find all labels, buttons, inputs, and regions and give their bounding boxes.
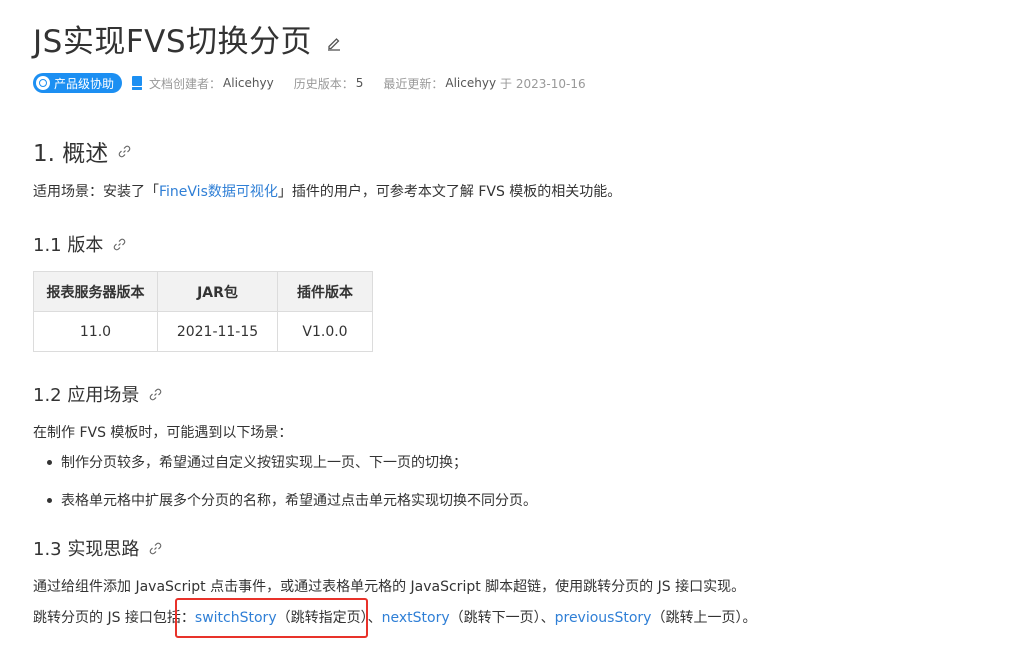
approach-paragraph: 通过给组件添加 JavaScript 点击事件，或通过表格单元格的 JavaSc… xyxy=(33,579,746,595)
list-item-text: 制作分页较多，希望通过自定义按钮实现上一页、下一页的切换； xyxy=(61,455,467,471)
history-label: 历史版本： xyxy=(293,76,354,91)
updated-label: 最近更新： xyxy=(383,76,444,91)
link-anchor-icon[interactable] xyxy=(149,388,162,401)
api-prefix: 跳转分页的 JS 接口包括： xyxy=(33,610,195,626)
assist-icon xyxy=(36,76,50,90)
overview-paragraph: 适用场景：安装了「FineVis数据可视化」插件的用户，可参考本文了解 FVS … xyxy=(33,181,621,201)
link-anchor-icon[interactable] xyxy=(149,542,162,555)
overview-prefix: 适用场景：安装了「 xyxy=(33,184,159,200)
switchstory-link[interactable]: switchStory xyxy=(195,610,277,626)
cell-jar: 2021-11-15 xyxy=(157,311,278,352)
table-row: 11.0 2021-11-15 V1.0.0 xyxy=(33,311,373,352)
heading-version-text: 1.1 版本 xyxy=(33,235,104,256)
api-paragraph: 跳转分页的 JS 接口包括：switchStory（跳转指定页）、nextSto… xyxy=(33,607,756,627)
version-table: 报表服务器版本 JAR包 插件版本 11.0 2021-11-15 V1.0.0 xyxy=(33,271,373,352)
header-server-version: 报表服务器版本 xyxy=(33,271,158,312)
heading-overview: 1. 概述 xyxy=(33,134,131,168)
heading-scenarios-text: 1.2 应用场景 xyxy=(33,385,140,406)
history-count[interactable]: 5 xyxy=(356,76,364,90)
finevis-link[interactable]: FineVis数据可视化 xyxy=(159,184,278,200)
nextstory-link[interactable]: nextStory xyxy=(382,610,450,626)
updated-by: Alicehyy xyxy=(445,76,497,90)
bullet xyxy=(47,497,52,503)
cell-plugin-version: V1.0.0 xyxy=(277,311,373,352)
switchstory-desc: （跳转指定页） xyxy=(276,610,368,626)
edit-icon[interactable] xyxy=(326,35,342,51)
creator-label: 文档创建者： xyxy=(149,76,222,91)
list-item: 表格单元格中扩展多个分页的名称，希望通过点击单元格实现切换不同分页。 xyxy=(47,490,537,510)
nextstory-desc: （跳转下一页） xyxy=(449,610,541,626)
heading-approach: 1.3 实现思路 xyxy=(33,535,162,561)
overview-suffix: 」插件的用户，可参考本文了解 FVS 模板的相关功能。 xyxy=(277,184,622,200)
scenarios-list: 制作分页较多，希望通过自定义按钮实现上一页、下一页的切换； 表格单元格中扩展多个… xyxy=(47,452,537,528)
table-header-row: 报表服务器版本 JAR包 插件版本 xyxy=(33,271,373,312)
heading-version: 1.1 版本 xyxy=(33,231,126,257)
heading-scenarios: 1.2 应用场景 xyxy=(33,381,162,407)
scenarios-intro: 在制作 FVS 模板时，可能遇到以下场景： xyxy=(33,425,293,441)
heading-approach-text: 1.3 实现思路 xyxy=(33,539,140,560)
updated-date: 于 2023-10-16 xyxy=(500,76,586,91)
product-assist-badge[interactable]: 产品级协助 xyxy=(33,73,123,93)
separator: 、 xyxy=(367,610,382,626)
document-icon xyxy=(132,76,143,90)
link-anchor-icon[interactable] xyxy=(118,145,131,158)
link-anchor-icon[interactable] xyxy=(113,238,126,251)
badge-label: 产品级协助 xyxy=(54,76,115,91)
title-row: JS实现FVS切换分页 xyxy=(33,16,342,61)
list-item-text: 表格单元格中扩展多个分页的名称，希望通过点击单元格实现切换不同分页。 xyxy=(61,493,537,509)
list-item: 制作分页较多，希望通过自定义按钮实现上一页、下一页的切换； xyxy=(47,452,537,472)
header-jar: JAR包 xyxy=(157,271,278,312)
page-title: JS实现FVS切换分页 xyxy=(33,24,313,60)
header-plugin-version: 插件版本 xyxy=(277,271,373,312)
meta-row: 产品级协助 文档创建者： Alicehyy 历史版本： 5 最近更新： Alic… xyxy=(33,73,586,93)
creator-name: Alicehyy xyxy=(223,76,274,90)
bullet xyxy=(47,459,52,465)
separator: 、 xyxy=(540,610,555,626)
previousstory-desc: （跳转上一页）。 xyxy=(651,610,757,626)
heading-overview-text: 1. 概述 xyxy=(33,141,109,167)
previousstory-link[interactable]: previousStory xyxy=(555,610,652,626)
cell-server-version: 11.0 xyxy=(33,311,158,352)
